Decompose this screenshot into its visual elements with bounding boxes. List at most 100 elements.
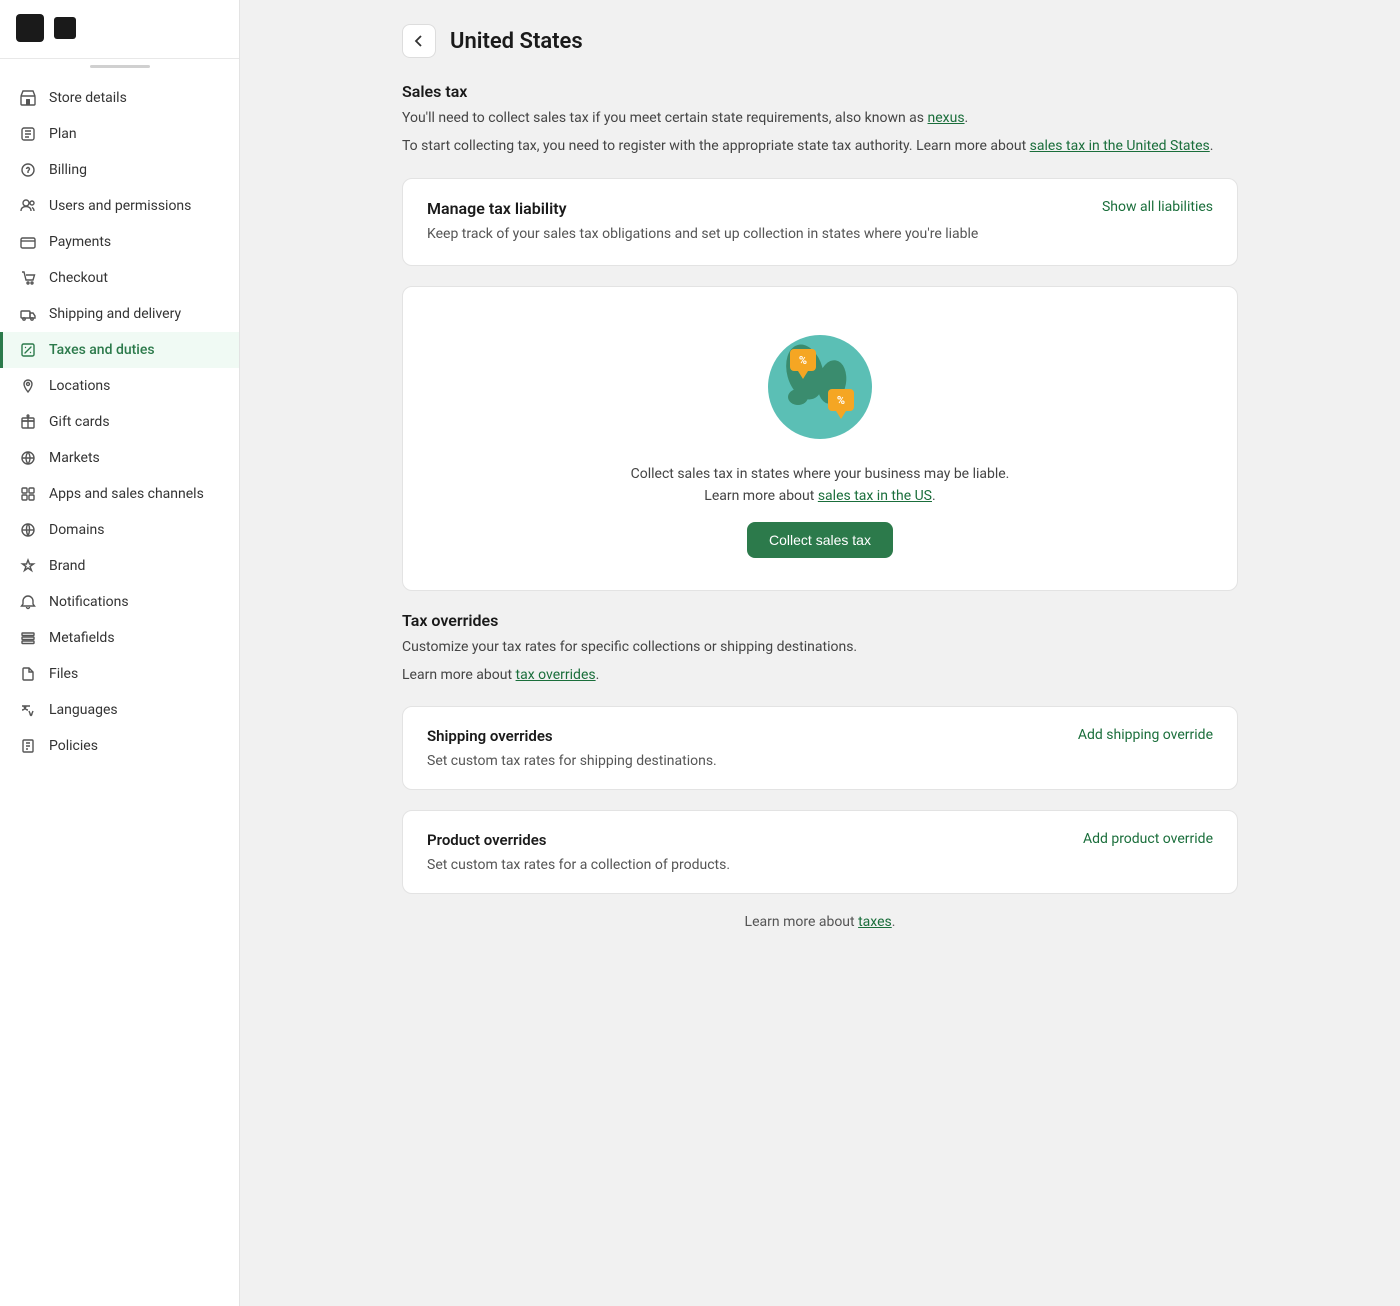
- domains-icon: [19, 521, 37, 539]
- sidebar-item-domains-label: Domains: [49, 522, 104, 538]
- manage-tax-desc: Keep track of your sales tax obligations…: [427, 224, 1086, 245]
- users-icon: [19, 197, 37, 215]
- sales-tax-us-link-2[interactable]: sales tax in the US: [818, 488, 932, 504]
- sidebar-item-languages-label: Languages: [49, 702, 118, 718]
- sidebar-item-brand-label: Brand: [49, 558, 85, 574]
- page-header: United States: [402, 24, 1238, 58]
- sidebar-item-metafields-label: Metafields: [49, 630, 115, 646]
- sales-tax-us-link[interactable]: sales tax in the United States: [1030, 138, 1210, 154]
- metafields-icon: [19, 629, 37, 647]
- manage-tax-heading: Manage tax liability: [427, 199, 1086, 218]
- notifications-icon: [19, 593, 37, 611]
- sidebar-item-files-label: Files: [49, 666, 78, 682]
- sidebar-item-gift-cards[interactable]: Gift cards: [0, 404, 239, 440]
- sidebar-item-markets-label: Markets: [49, 450, 100, 466]
- sidebar-item-taxes[interactable]: Taxes and duties: [0, 332, 239, 368]
- sidebar: Store details Plan Billing Users and per…: [0, 0, 240, 1306]
- taxes-icon: [19, 341, 37, 359]
- sidebar-item-languages[interactable]: Languages: [0, 692, 239, 728]
- shipping-overrides-title: Shipping overrides: [427, 727, 717, 745]
- page-title: United States: [450, 29, 583, 54]
- policies-icon: [19, 737, 37, 755]
- shipping-overrides-section: Shipping overrides Set custom tax rates …: [403, 707, 1237, 789]
- sidebar-item-shipping-label: Shipping and delivery: [49, 306, 181, 322]
- languages-icon: [19, 701, 37, 719]
- collect-sales-tax-card: % % Collect sales tax in states where yo…: [402, 286, 1238, 591]
- sidebar-item-payments-label: Payments: [49, 234, 111, 250]
- footer-taxes-link[interactable]: taxes: [858, 914, 892, 930]
- store-icon: [19, 89, 37, 107]
- sidebar-nav: Store details Plan Billing Users and per…: [0, 76, 239, 768]
- svg-text:%: %: [799, 354, 807, 367]
- shipping-icon: [19, 305, 37, 323]
- sidebar-item-apps-label: Apps and sales channels: [49, 486, 204, 502]
- tax-overrides-link[interactable]: tax overrides: [516, 667, 596, 683]
- sidebar-item-checkout-label: Checkout: [49, 270, 108, 286]
- plan-icon: [19, 125, 37, 143]
- sales-tax-heading: Sales tax: [402, 82, 1238, 101]
- sidebar-item-notifications-label: Notifications: [49, 594, 129, 610]
- sidebar-item-checkout[interactable]: Checkout: [0, 260, 239, 296]
- sidebar-item-files[interactable]: Files: [0, 656, 239, 692]
- show-all-liabilities-link[interactable]: Show all liabilities: [1102, 199, 1213, 215]
- checkout-icon: [19, 269, 37, 287]
- sidebar-divider: [0, 58, 239, 59]
- footer-learn: Learn more about taxes.: [402, 914, 1238, 930]
- sidebar-item-store-details[interactable]: Store details: [0, 80, 239, 116]
- sidebar-item-brand[interactable]: Brand: [0, 548, 239, 584]
- manage-tax-section: Manage tax liability Keep track of your …: [403, 179, 1237, 265]
- sidebar-scroll-indicator: [90, 65, 150, 68]
- sidebar-item-apps[interactable]: Apps and sales channels: [0, 476, 239, 512]
- sidebar-item-plan[interactable]: Plan: [0, 116, 239, 152]
- brand-icon: [19, 557, 37, 575]
- sidebar-item-billing-label: Billing: [49, 162, 87, 178]
- sidebar-item-domains[interactable]: Domains: [0, 512, 239, 548]
- sidebar-item-locations[interactable]: Locations: [0, 368, 239, 404]
- add-product-override-link[interactable]: Add product override: [1083, 831, 1213, 847]
- tax-overrides-desc: Customize your tax rates for specific co…: [402, 636, 1238, 658]
- product-overrides-card: Product overrides Set custom tax rates f…: [402, 810, 1238, 894]
- sales-tax-intro: Sales tax You'll need to collect sales t…: [402, 82, 1238, 158]
- files-icon: [19, 665, 37, 683]
- shipping-overrides-card: Shipping overrides Set custom tax rates …: [402, 706, 1238, 790]
- sidebar-item-plan-label: Plan: [49, 126, 77, 142]
- gift-icon: [19, 413, 37, 431]
- apps-icon: [19, 485, 37, 503]
- add-shipping-override-link[interactable]: Add shipping override: [1078, 727, 1213, 743]
- sidebar-item-markets[interactable]: Markets: [0, 440, 239, 476]
- sidebar-item-store-details-label: Store details: [49, 90, 127, 106]
- nexus-link[interactable]: nexus: [928, 110, 965, 126]
- sidebar-store-icon: [54, 17, 76, 39]
- collect-sales-tax-button[interactable]: Collect sales tax: [747, 522, 893, 558]
- sidebar-item-users[interactable]: Users and permissions: [0, 188, 239, 224]
- sidebar-item-users-label: Users and permissions: [49, 198, 191, 214]
- sidebar-item-notifications[interactable]: Notifications: [0, 584, 239, 620]
- sidebar-logo: [16, 14, 44, 42]
- collect-tax-text: Collect sales tax in states where your b…: [427, 463, 1213, 508]
- sales-tax-desc1: You'll need to collect sales tax if you …: [402, 107, 1238, 129]
- svg-text:%: %: [837, 394, 845, 407]
- sidebar-item-policies-label: Policies: [49, 738, 98, 754]
- back-button[interactable]: [402, 24, 436, 58]
- sidebar-item-shipping[interactable]: Shipping and delivery: [0, 296, 239, 332]
- sidebar-item-taxes-label: Taxes and duties: [49, 342, 155, 358]
- sidebar-item-billing[interactable]: Billing: [0, 152, 239, 188]
- tax-overrides-learn: Learn more about tax overrides.: [402, 664, 1238, 686]
- product-overrides-section: Product overrides Set custom tax rates f…: [403, 811, 1237, 893]
- payments-icon: [19, 233, 37, 251]
- tax-overrides-heading: Tax overrides: [402, 611, 1238, 630]
- product-overrides-title: Product overrides: [427, 831, 730, 849]
- shipping-overrides-desc: Set custom tax rates for shipping destin…: [427, 753, 717, 769]
- sidebar-item-metafields[interactable]: Metafields: [0, 620, 239, 656]
- markets-icon: [19, 449, 37, 467]
- sidebar-item-payments[interactable]: Payments: [0, 224, 239, 260]
- sidebar-item-locations-label: Locations: [49, 378, 110, 394]
- main-content: United States Sales tax You'll need to c…: [240, 0, 1400, 1306]
- billing-icon: [19, 161, 37, 179]
- sidebar-header: [0, 0, 239, 56]
- sidebar-item-gift-cards-label: Gift cards: [49, 414, 110, 430]
- globe-illustration: % %: [760, 327, 880, 447]
- tax-overrides-intro: Tax overrides Customize your tax rates f…: [402, 611, 1238, 687]
- sidebar-item-policies[interactable]: Policies: [0, 728, 239, 764]
- manage-tax-card: Manage tax liability Keep track of your …: [402, 178, 1238, 266]
